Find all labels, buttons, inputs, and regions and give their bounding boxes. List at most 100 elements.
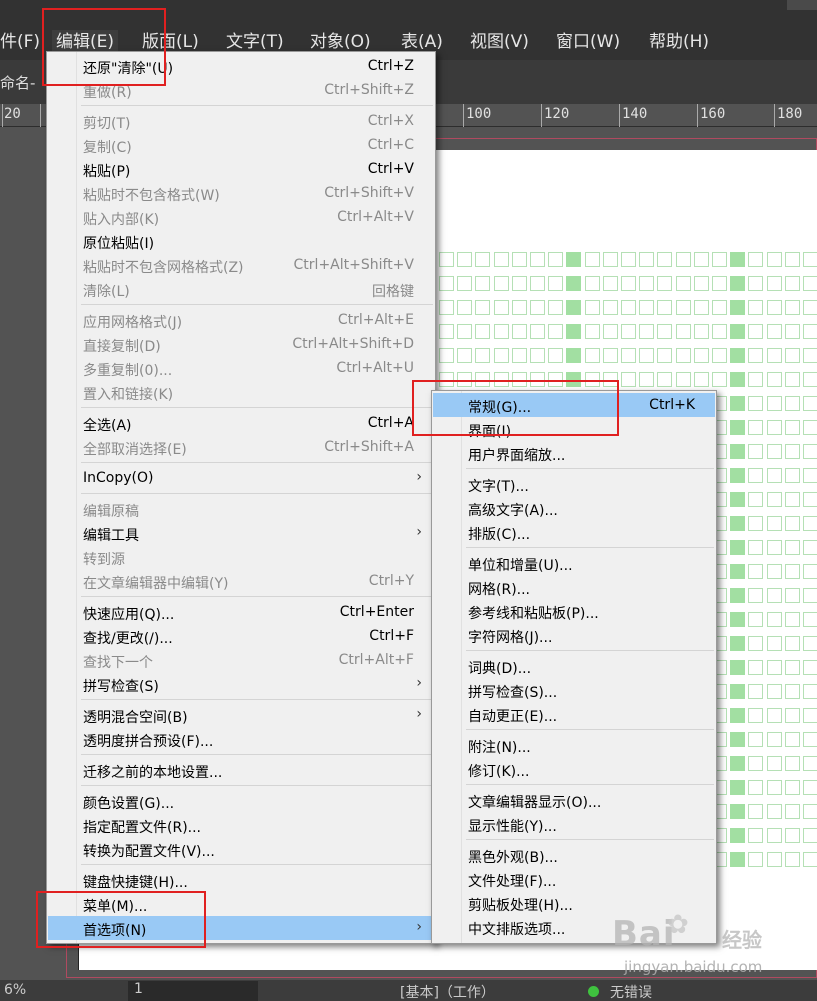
grid-cell (657, 252, 673, 267)
preferences-menu-item[interactable]: 单位和增量(U)... (433, 551, 715, 575)
edit-menu-item[interactable]: 查找/更改(/)... Ctrl+F (48, 624, 434, 648)
grid-cell (766, 708, 782, 723)
preferences-menu-item[interactable]: 高级文字(A)... (433, 496, 715, 520)
grid-cell (457, 252, 473, 267)
preferences-menu-item[interactable]: 常规(G)... Ctrl+K (433, 393, 715, 417)
edit-menu-item[interactable]: 键盘快捷键(H)... (48, 868, 434, 892)
menu-file[interactable]: 件(F) (0, 34, 40, 51)
edit-menu-item-label: InCopy(O) (83, 470, 154, 486)
grid-cell (730, 612, 746, 627)
edit-menu-item[interactable]: 指定配置文件(R)... (48, 813, 434, 837)
preferences-menu-item[interactable]: 文件处理(F)... (433, 867, 715, 891)
grid-cell (748, 396, 764, 411)
grid-cell (803, 348, 817, 363)
preferences-menu-item[interactable]: 文章编辑器显示(O)... (433, 788, 715, 812)
edit-menu-item-label: 转到源 (83, 552, 125, 568)
grid-cell (457, 324, 473, 339)
edit-menu-item[interactable]: 迁移之前的本地设置... (48, 758, 434, 782)
grid-cell (602, 372, 618, 387)
grid-cell (784, 804, 800, 819)
edit-menu-item[interactable]: 编辑工具 › (48, 521, 434, 545)
preferences-menu-item[interactable]: 排版(C)... (433, 520, 715, 544)
edit-menu: 还原"清除"(U) Ctrl+Z 重做(R) Ctrl+Shift+Z 剪切(T) Ctr… (46, 51, 436, 944)
menu-window[interactable]: 窗口(W) (556, 34, 620, 51)
edit-menu-item[interactable]: 菜单(M)... (48, 892, 434, 916)
edit-menu-item[interactable]: 透明度拼合预设(F)... (48, 727, 434, 751)
edit-menu-item[interactable]: 还原"清除"(U) Ctrl+Z (48, 54, 434, 78)
edit-menu-item[interactable]: 转换为配置文件(V)... (48, 837, 434, 861)
edit-menu-item[interactable]: 快速应用(Q)... Ctrl+Enter (48, 600, 434, 624)
preferences-menu-item[interactable]: 拼写检查(S)... (433, 678, 715, 702)
document-tab[interactable]: 命名- (0, 72, 35, 93)
grid-cell (511, 300, 527, 315)
grid-cell (730, 492, 746, 507)
edit-menu-item[interactable]: 拼写检查(S) › (48, 672, 434, 696)
preferences-menu-item[interactable]: 显示性能(Y)... (433, 812, 715, 836)
edit-menu-item: 多重复制(0)... Ctrl+Alt+U (48, 356, 434, 380)
grid-cell (803, 756, 817, 771)
menu-layout[interactable]: 版面(L) (142, 34, 199, 51)
grid-cell (493, 252, 509, 267)
page-number-field[interactable]: 1 (128, 981, 258, 1001)
window-control-button[interactable] (787, 0, 817, 10)
grid-cell (693, 372, 709, 387)
grid-cell (566, 252, 582, 267)
grid-cell (457, 276, 473, 291)
grid-cell (748, 660, 764, 675)
edit-menu-item[interactable]: 透明混合空间(B) › (48, 703, 434, 727)
preferences-menu-item-label: 自动更正(E)... (468, 709, 558, 725)
preferences-menu-item[interactable]: 字符网格(J)... (433, 623, 715, 647)
grid-cell (784, 660, 800, 675)
grid-cell (657, 300, 673, 315)
edit-menu-item[interactable]: 全选(A) Ctrl+A (48, 411, 434, 435)
preferences-menu-item[interactable]: 附注(N)... (433, 733, 715, 757)
preferences-menu-item[interactable]: 参考线和粘贴板(P)... (433, 599, 715, 623)
preferences-menu-item[interactable]: 界面(I)... (433, 417, 715, 441)
edit-menu-item[interactable]: 原位粘贴(I) (48, 229, 434, 253)
edit-menu-item-label: 菜单(M)... (83, 899, 148, 915)
edit-menu-item-label: 还原"清除"(U) (83, 61, 174, 77)
menu-type[interactable]: 文字(T) (226, 34, 284, 51)
grid-cell (548, 300, 564, 315)
edit-menu-item-shortcut: Ctrl+Alt+U (336, 360, 414, 376)
edit-menu-item[interactable]: InCopy(O) › (48, 466, 434, 490)
preferences-menu-item[interactable]: 修订(K)... (433, 757, 715, 781)
menu-separator (81, 407, 433, 408)
edit-menu-item-label: 编辑原稿 (83, 504, 139, 520)
menu-view[interactable]: 视图(V) (470, 34, 529, 51)
menu-table[interactable]: 表(A) (401, 34, 443, 51)
grid-cell (784, 852, 800, 867)
grid-cell (639, 276, 655, 291)
grid-cell (548, 252, 564, 267)
menu-object[interactable]: 对象(O) (310, 34, 371, 51)
ruler-tick (541, 104, 542, 127)
preferences-menu-item-label: 用户界面缩放... (468, 448, 566, 464)
grid-cell (675, 300, 691, 315)
preferences-menu-item-label: 高级文字(A)... (468, 503, 558, 519)
grid-cell (657, 372, 673, 387)
grid-cell (730, 300, 746, 315)
preferences-menu-item[interactable]: 黑色外观(B)... (433, 843, 715, 867)
preferences-menu-item[interactable]: 用户界面缩放... (433, 441, 715, 465)
ruler-label: 160 (700, 106, 726, 122)
zoom-level[interactable]: 6% (4, 982, 26, 998)
edit-menu-item[interactable]: 颜色设置(G)... (48, 789, 434, 813)
grid-cell (766, 252, 782, 267)
edit-menu-item-shortcut: Ctrl+X (367, 113, 414, 129)
grid-cell (584, 300, 600, 315)
edit-menu-item[interactable]: 首选项(N) › (48, 916, 434, 940)
preferences-menu-item[interactable]: 自动更正(E)... (433, 702, 715, 726)
preferences-menu-item[interactable]: 词典(D)... (433, 654, 715, 678)
chevron-right-icon: › (416, 675, 422, 691)
ruler-tick (40, 104, 41, 127)
menu-help[interactable]: 帮助(H) (649, 34, 709, 51)
preferences-menu-item-label: 网格(R)... (468, 582, 531, 598)
edit-menu-item-label: 指定配置文件(R)... (83, 820, 202, 836)
edit-menu-item[interactable]: 粘贴(P) Ctrl+V (48, 157, 434, 181)
grid-cell (712, 372, 727, 387)
preferences-menu-item[interactable]: 文字(T)... (433, 472, 715, 496)
edit-menu-item-label: 复制(C) (83, 140, 132, 156)
grid-cell (784, 252, 800, 267)
preferences-menu-item[interactable]: 网格(R)... (433, 575, 715, 599)
preflight-status[interactable]: 无错误 (610, 982, 652, 1001)
